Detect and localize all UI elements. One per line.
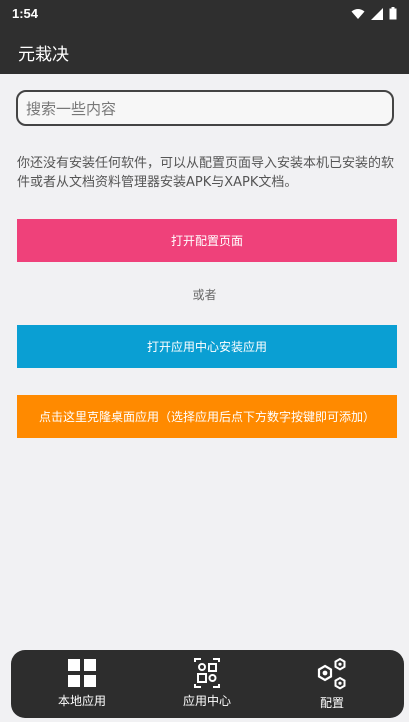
clone-desktop-apps-button[interactable]: 点击这里克隆桌面应用（选择应用后点下方数字按键即可添加） [17, 395, 397, 438]
app-center-icon [194, 658, 220, 688]
app-title: 元栽决 [18, 45, 69, 65]
status-time: 1:54 [12, 6, 39, 21]
hexagon-settings-icon [317, 658, 346, 690]
nav-app-center[interactable]: 应用中心 [157, 658, 257, 709]
nav-local-apps-label: 本地应用 [57, 694, 106, 708]
bottom-navigation: 本地应用 应用中心 配置 [11, 650, 404, 718]
nav-app-center-label: 应用中心 [182, 694, 231, 708]
status-icons [351, 7, 397, 20]
nav-local-apps[interactable]: 本地应用 [32, 658, 132, 709]
empty-state-text: 你还没有安装任何软件，可以从配置页面导入安装本机已安装的软件或者从文档资料管理器… [17, 156, 395, 190]
search-input[interactable] [18, 92, 368, 126]
signal-icon [371, 7, 383, 20]
grid-icon [68, 659, 96, 687]
open-config-button[interactable]: 打开配置页面 [17, 219, 397, 262]
status-bar: 1:54 [0, 0, 409, 28]
app-bar: 元栽决 [0, 28, 409, 74]
battery-icon [389, 7, 397, 20]
open-app-center-button[interactable]: 打开应用中心安装应用 [17, 325, 397, 368]
nav-settings-label: 配置 [319, 696, 344, 710]
search-box[interactable] [16, 90, 394, 126]
nav-settings[interactable]: 配置 [282, 658, 382, 711]
wifi-icon [351, 8, 365, 19]
or-label: 或者 [192, 288, 217, 302]
